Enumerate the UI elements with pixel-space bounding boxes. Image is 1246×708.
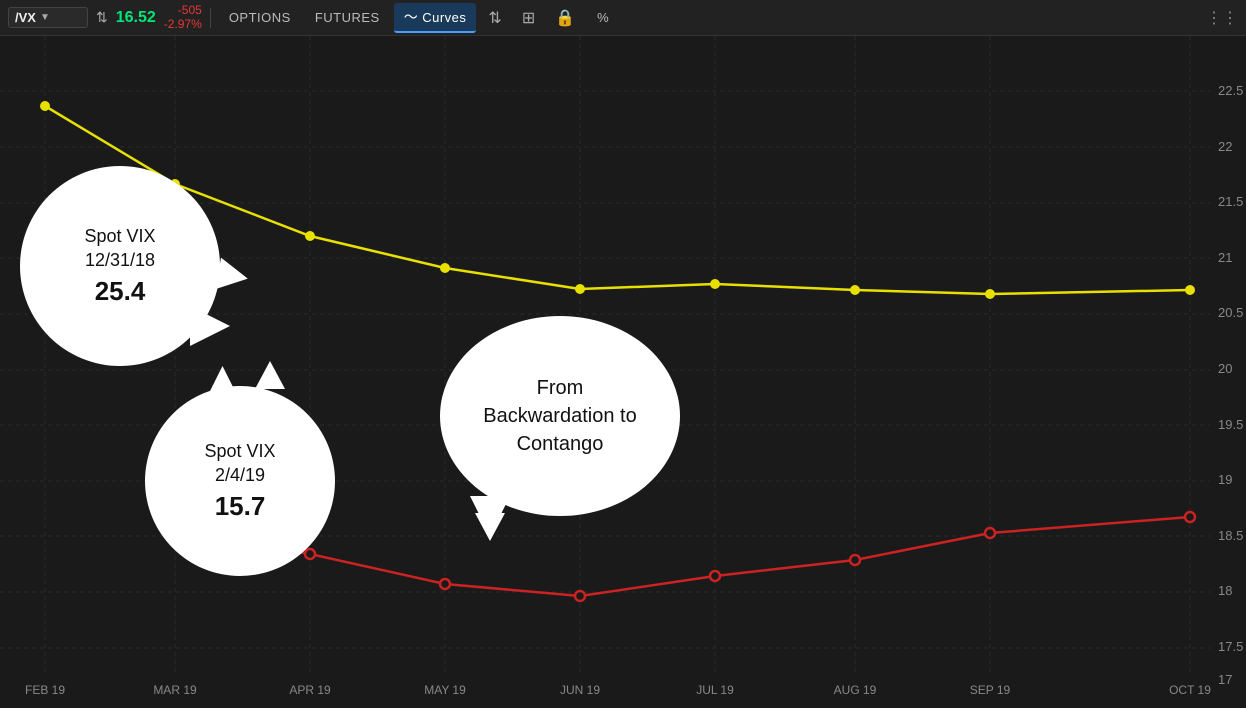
callout2-value: 15.7 (215, 491, 266, 522)
ticker-dropdown-icon[interactable]: ▼ (40, 12, 50, 23)
up-down-arrow-icon[interactable]: ⇅ (480, 4, 509, 32)
change-pct: -2.97% (164, 18, 202, 31)
svg-text:20: 20 (1218, 361, 1232, 376)
callout1-value: 25.4 (95, 276, 146, 307)
callout2-date: 2/4/19 (215, 464, 265, 487)
chart-area: 22.5 22 21.5 21 20.5 20 19.5 19 18.5 18 … (0, 36, 1246, 708)
options-button[interactable]: OPTIONS (219, 6, 301, 29)
svg-text:17: 17 (1218, 672, 1232, 687)
callout1-date: 12/31/18 (85, 249, 155, 272)
svg-text:SEP 19: SEP 19 (970, 683, 1011, 697)
grid-icon: ⋮⋮ (1206, 8, 1238, 28)
svg-text:19.5: 19.5 (1218, 417, 1243, 432)
lock-icon[interactable]: 🔒 (547, 4, 583, 32)
svg-text:MAY 19: MAY 19 (424, 683, 466, 697)
svg-text:19: 19 (1218, 472, 1232, 487)
svg-text:AUG 19: AUG 19 (834, 683, 877, 697)
price-change: -505 -2.97% (164, 4, 202, 30)
curves-line-icon: 〜 (404, 9, 419, 25)
callout1-title: Spot VIX (84, 225, 155, 248)
callout-annotation: FromBackwardation toContango (440, 316, 680, 516)
svg-text:18: 18 (1218, 583, 1232, 598)
svg-text:OCT 19: OCT 19 (1169, 683, 1211, 697)
curves-button[interactable]: 〜Curves (394, 3, 477, 33)
svg-text:APR 19: APR 19 (289, 683, 331, 697)
ticker-label: /VX (15, 10, 36, 25)
settings-icon[interactable]: ⊞ (514, 4, 543, 32)
svg-text:22: 22 (1218, 139, 1232, 154)
svg-text:22.5: 22.5 (1218, 83, 1243, 98)
callout2-title: Spot VIX (204, 440, 275, 463)
price-icon: ⇅ (96, 9, 108, 26)
svg-text:MAR 19: MAR 19 (153, 683, 197, 697)
callout-spot-vix-feb: Spot VIX 2/4/19 15.7 (145, 386, 335, 576)
toolbar: /VX ▼ ⇅ 16.52 -505 -2.97% OPTIONS FUTURE… (0, 0, 1246, 36)
svg-text:17.5: 17.5 (1218, 639, 1243, 654)
svg-text:JUL 19: JUL 19 (696, 683, 734, 697)
svg-text:21: 21 (1218, 250, 1232, 265)
svg-text:18.5: 18.5 (1218, 528, 1243, 543)
divider1 (210, 8, 211, 28)
callout-spot-vix-dec: Spot VIX 12/31/18 25.4 (20, 166, 220, 366)
svg-text:20.5: 20.5 (1218, 305, 1243, 320)
callout3-text: FromBackwardation toContango (473, 374, 646, 458)
price-value: 16.52 (116, 9, 156, 27)
ticker-box[interactable]: /VX ▼ (8, 7, 88, 28)
svg-text:21.5: 21.5 (1218, 194, 1243, 209)
change-abs: -505 (178, 4, 202, 17)
futures-button[interactable]: FUTURES (305, 6, 390, 29)
svg-text:JUN 19: JUN 19 (560, 683, 600, 697)
svg-text:FEB 19: FEB 19 (25, 683, 65, 697)
percent-button[interactable]: % (587, 6, 619, 29)
